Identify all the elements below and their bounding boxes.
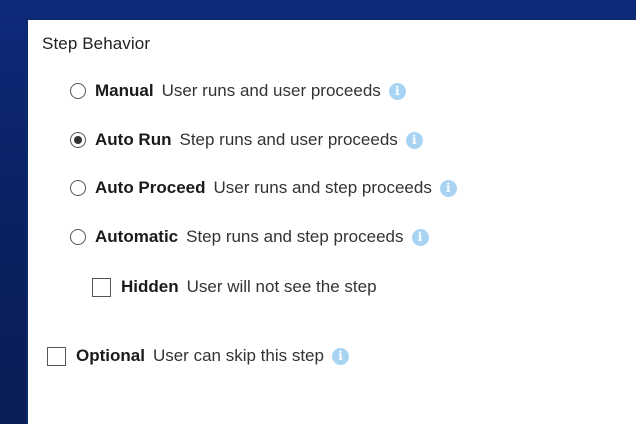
manual-radio[interactable]: [70, 83, 86, 99]
hidden-checkbox[interactable]: [92, 277, 111, 297]
option-manual[interactable]: Manual User runs and user proceeds i: [70, 80, 406, 102]
option-automatic[interactable]: Automatic Step runs and step proceeds i: [70, 226, 429, 248]
step-behavior-panel: Step Behavior Manual User runs and user …: [26, 18, 636, 424]
optional-title: Optional: [76, 346, 145, 365]
auto-run-radio[interactable]: [70, 132, 86, 148]
section-title: Step Behavior: [42, 34, 151, 53]
info-icon[interactable]: i: [331, 347, 349, 365]
info-icon[interactable]: i: [388, 82, 406, 100]
option-description: Step runs and step proceeds: [186, 227, 404, 246]
option-description: Step runs and user proceeds: [179, 130, 398, 149]
automatic-radio[interactable]: [70, 229, 86, 245]
info-icon[interactable]: i: [439, 179, 457, 197]
radio-selected-dot: [74, 136, 82, 144]
auto-proceed-radio[interactable]: [70, 180, 86, 196]
info-icon[interactable]: i: [405, 131, 423, 149]
option-description: User runs and user proceeds: [161, 81, 381, 100]
window-background: Step Behavior Manual User runs and user …: [0, 0, 636, 424]
option-auto-proceed[interactable]: Auto Proceed User runs and step proceeds…: [70, 177, 457, 199]
option-description: User runs and step proceeds: [213, 178, 432, 197]
option-title: Manual: [95, 81, 154, 100]
optional-option[interactable]: Optional User can skip this step i: [47, 345, 349, 367]
hidden-description: User will not see the step: [186, 277, 377, 296]
option-auto-run[interactable]: Auto Run Step runs and user proceeds i: [70, 129, 423, 151]
optional-checkbox[interactable]: [47, 346, 66, 366]
option-title: Auto Proceed: [95, 178, 206, 197]
info-icon[interactable]: i: [411, 228, 429, 246]
hidden-option[interactable]: Hidden User will not see the step: [92, 276, 377, 298]
optional-description: User can skip this step: [152, 346, 324, 365]
option-title: Automatic: [95, 227, 179, 246]
option-title: Auto Run: [95, 130, 172, 149]
hidden-title: Hidden: [121, 277, 179, 296]
